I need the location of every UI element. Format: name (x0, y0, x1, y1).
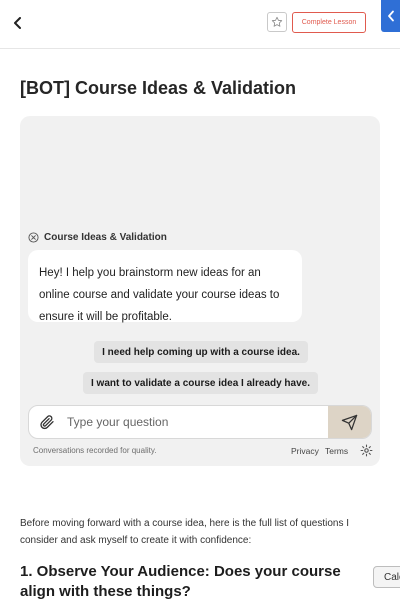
question-input[interactable] (67, 412, 317, 432)
chevron-left-icon (387, 10, 394, 22)
paperclip-icon (40, 415, 54, 430)
top-bar: Complete Lesson (0, 0, 400, 49)
recording-notice: Conversations recorded for quality. (33, 446, 157, 455)
chat-widget: Course Ideas & Validation Hey! I help yo… (20, 116, 380, 466)
intro-paragraph: Before moving forward with a course idea… (20, 518, 350, 546)
send-icon (341, 414, 358, 430)
side-panel-toggle[interactable] (381, 0, 400, 32)
chat-settings-button[interactable] (360, 444, 373, 457)
privacy-link[interactable]: Privacy (291, 446, 319, 456)
complete-lesson-button[interactable]: Complete Lesson (292, 12, 366, 33)
suggestion-new-idea[interactable]: I need help coming up with a course idea… (94, 341, 308, 363)
bot-message: Hey! I help you brainstorm new ideas for… (28, 250, 302, 323)
suggestion-validate-idea[interactable]: I want to validate a course idea I alrea… (83, 372, 318, 394)
chevron-left-icon (13, 17, 21, 29)
page-title: [BOT] Course Ideas & Validation (20, 78, 297, 98)
message-composer (28, 405, 372, 439)
favorite-button[interactable] (267, 12, 287, 32)
bot-header: Course Ideas & Validation (28, 232, 167, 243)
section-heading: 1. Observe Your Audience: Does your cour… (20, 563, 341, 600)
bot-name: Course Ideas & Validation (44, 232, 167, 243)
send-button[interactable] (328, 406, 371, 438)
back-button[interactable] (8, 12, 26, 34)
terms-link[interactable]: Terms (325, 446, 348, 456)
calculator-button[interactable]: Calc (373, 566, 400, 588)
gear-icon (360, 444, 373, 457)
close-circle-icon (28, 232, 39, 243)
attach-button[interactable] (39, 414, 55, 430)
star-icon (271, 16, 283, 27)
